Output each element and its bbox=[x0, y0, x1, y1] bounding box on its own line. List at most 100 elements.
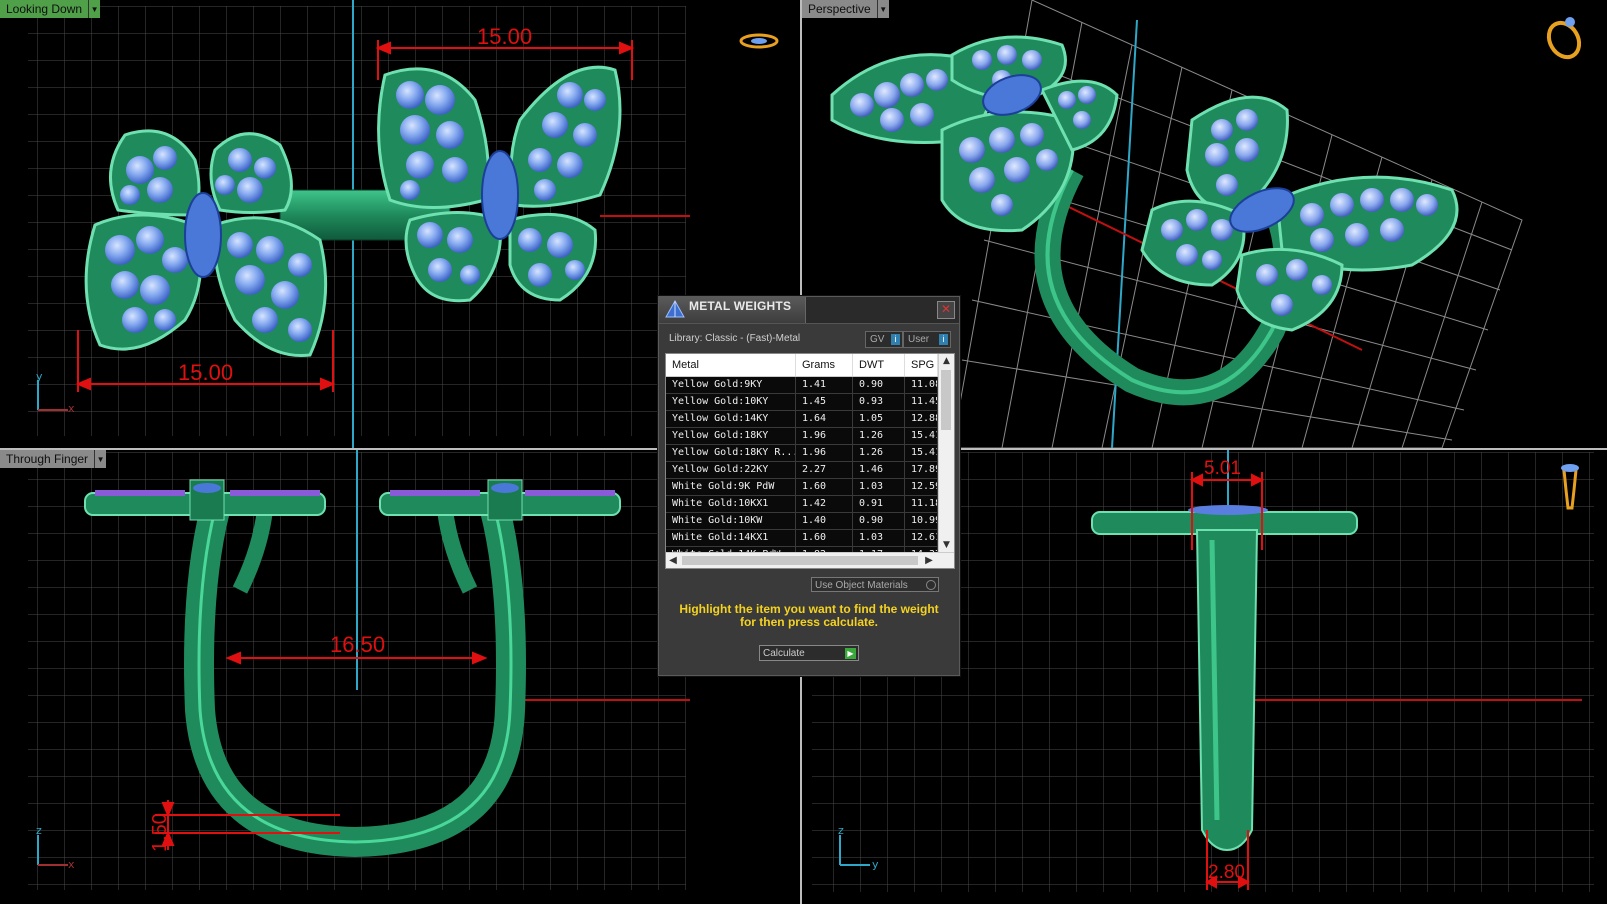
instruction-text: Highlight the item you want to find the … bbox=[679, 602, 939, 629]
cell-dwt: 1.46 bbox=[853, 462, 905, 478]
chevron-down-icon[interactable]: ▼ bbox=[94, 450, 107, 468]
cell-metal: White Gold:10KW bbox=[666, 513, 796, 529]
use-object-materials-toggle[interactable]: Use Object Materials bbox=[811, 577, 939, 592]
cell-grams: 2.27 bbox=[796, 462, 853, 478]
view-cube-icon[interactable] bbox=[739, 33, 779, 49]
play-icon: ▶ bbox=[845, 648, 856, 659]
cell-dwt: 1.26 bbox=[853, 445, 905, 461]
cell-dwt: 1.03 bbox=[853, 479, 905, 495]
viewport-label: Through Finger bbox=[0, 450, 95, 468]
cell-metal: Yellow Gold:18KY bbox=[666, 428, 796, 444]
app-logo-icon bbox=[665, 299, 685, 324]
table-row[interactable]: White Gold:14KX11.601.0312.61 bbox=[666, 530, 938, 547]
scroll-up-icon[interactable]: ▲ bbox=[939, 354, 954, 368]
user-button[interactable]: User i bbox=[903, 331, 951, 348]
scroll-thumb[interactable] bbox=[682, 556, 918, 565]
perspective-butterfly-upper bbox=[830, 35, 1119, 233]
metal-weights-dialog[interactable]: METAL WEIGHTS ✕ Library: Classic - (Fast… bbox=[658, 296, 960, 676]
dim-label: 5.01 bbox=[1204, 458, 1241, 479]
cell-dwt: 0.90 bbox=[853, 513, 905, 529]
vertical-scrollbar[interactable]: ▲ ▼ bbox=[938, 354, 954, 552]
scroll-thumb[interactable] bbox=[941, 370, 951, 430]
table-row[interactable]: White Gold:10KW1.400.9010.99 bbox=[666, 513, 938, 530]
table-row[interactable]: Yellow Gold:18KY1.961.2615.41 bbox=[666, 428, 938, 445]
table-row[interactable]: White Gold:10KX11.420.9111.18 bbox=[666, 496, 938, 513]
cell-spg: 15.41 bbox=[905, 445, 938, 461]
cell-metal: Yellow Gold:18KY R... bbox=[666, 445, 796, 461]
column-header-spg[interactable]: SPG bbox=[905, 354, 938, 376]
viewport-view-selector[interactable]: Looking Down ▼ bbox=[0, 0, 101, 18]
cell-grams: 1.60 bbox=[796, 479, 853, 495]
table-row[interactable]: Yellow Gold:18KY R...1.961.2615.41 bbox=[666, 445, 938, 462]
column-header-dwt[interactable]: DWT bbox=[853, 354, 905, 376]
cell-spg: 12.61 bbox=[905, 530, 938, 546]
gv-label: GV bbox=[870, 334, 885, 345]
cell-spg: 11.08 bbox=[905, 377, 938, 393]
axis-label: x bbox=[68, 858, 75, 871]
cell-grams: 1.42 bbox=[796, 496, 853, 512]
table-row[interactable]: White Gold:9K PdW1.601.0312.59 bbox=[666, 479, 938, 496]
user-label: User bbox=[908, 334, 930, 345]
cell-spg: 10.99 bbox=[905, 513, 938, 529]
dim-label: 2.80 bbox=[1208, 862, 1245, 883]
view-cube-icon[interactable] bbox=[1543, 17, 1585, 63]
cell-spg: 15.41 bbox=[905, 428, 938, 444]
cell-metal: Yellow Gold:10KY bbox=[666, 394, 796, 410]
cell-spg: 12.59 bbox=[905, 479, 938, 495]
cell-grams: 1.60 bbox=[796, 530, 853, 546]
cell-metal: Yellow Gold:9KY bbox=[666, 377, 796, 393]
cell-metal: White Gold:14KX1 bbox=[666, 530, 796, 546]
info-icon: i bbox=[891, 334, 900, 345]
perspective-butterfly-lower bbox=[1140, 95, 1459, 332]
table-row[interactable]: Yellow Gold:14KY1.641.0512.88 bbox=[666, 411, 938, 428]
table-row[interactable]: Yellow Gold:10KY1.450.9311.45 bbox=[666, 394, 938, 411]
cell-dwt: 0.90 bbox=[853, 377, 905, 393]
cell-dwt: 1.03 bbox=[853, 530, 905, 546]
cell-grams: 1.40 bbox=[796, 513, 853, 529]
dim-label: 1.50 bbox=[149, 813, 171, 852]
gv-button[interactable]: GV i bbox=[865, 331, 903, 348]
close-icon[interactable]: ✕ bbox=[937, 301, 955, 319]
cell-metal: White Gold:9K PdW bbox=[666, 479, 796, 495]
table-header: Metal Grams DWT SPG bbox=[666, 354, 938, 377]
cell-spg: 17.89 bbox=[905, 462, 938, 478]
use-object-materials-label: Use Object Materials bbox=[815, 580, 908, 591]
calculate-button[interactable]: Calculate ▶ bbox=[759, 645, 859, 661]
table-row[interactable]: Yellow Gold:9KY1.410.9011.08 bbox=[666, 377, 938, 394]
viewport-label: Perspective bbox=[802, 0, 877, 18]
scroll-right-icon[interactable]: ▶ bbox=[922, 553, 936, 568]
chevron-down-icon[interactable]: ▼ bbox=[88, 0, 101, 18]
chevron-down-icon[interactable]: ▼ bbox=[876, 0, 889, 18]
cell-spg: 12.88 bbox=[905, 411, 938, 427]
column-header-grams[interactable]: Grams bbox=[796, 354, 853, 376]
cell-dwt: 1.05 bbox=[853, 411, 905, 427]
scroll-down-icon[interactable]: ▼ bbox=[939, 538, 954, 552]
cell-metal: Yellow Gold:22KY bbox=[666, 462, 796, 478]
table-body: Yellow Gold:9KY1.410.9011.08 Yellow Gold… bbox=[666, 377, 938, 564]
horizontal-scrollbar[interactable]: ◀ ▶ bbox=[666, 552, 954, 568]
viewport-label: Looking Down bbox=[0, 0, 89, 18]
cell-grams: 1.41 bbox=[796, 377, 853, 393]
dialog-titlebar[interactable]: METAL WEIGHTS ✕ bbox=[659, 297, 959, 324]
cell-metal: White Gold:10KX1 bbox=[666, 496, 796, 512]
dim-label: 16.50 bbox=[330, 632, 385, 657]
cell-dwt: 0.91 bbox=[853, 496, 905, 512]
library-label: Library: Classic - (Fast)-Metal bbox=[669, 333, 801, 344]
axis-label: x bbox=[68, 402, 75, 415]
axis-label: y bbox=[872, 858, 879, 871]
viewport-view-selector[interactable]: Perspective ▼ bbox=[802, 0, 889, 18]
dim-label: 15.00 bbox=[477, 24, 532, 49]
column-header-metal[interactable]: Metal bbox=[666, 354, 796, 376]
table-row[interactable]: Yellow Gold:22KY2.271.4617.89 bbox=[666, 462, 938, 479]
metal-table[interactable]: Metal Grams DWT SPG Yellow Gold:9KY 1.41 0… bbox=[665, 353, 955, 569]
info-icon: i bbox=[939, 334, 948, 345]
cell-spg: 11.18 bbox=[905, 496, 938, 512]
scroll-left-icon[interactable]: ◀ bbox=[666, 553, 680, 568]
axis-label: z bbox=[36, 824, 42, 837]
calculate-label: Calculate bbox=[763, 648, 805, 659]
radio-icon[interactable] bbox=[926, 580, 936, 590]
cell-grams: 1.96 bbox=[796, 428, 853, 444]
cell-dwt: 1.26 bbox=[853, 428, 905, 444]
cell-grams: 1.64 bbox=[796, 411, 853, 427]
viewport-view-selector[interactable]: Through Finger ▼ bbox=[0, 450, 107, 468]
